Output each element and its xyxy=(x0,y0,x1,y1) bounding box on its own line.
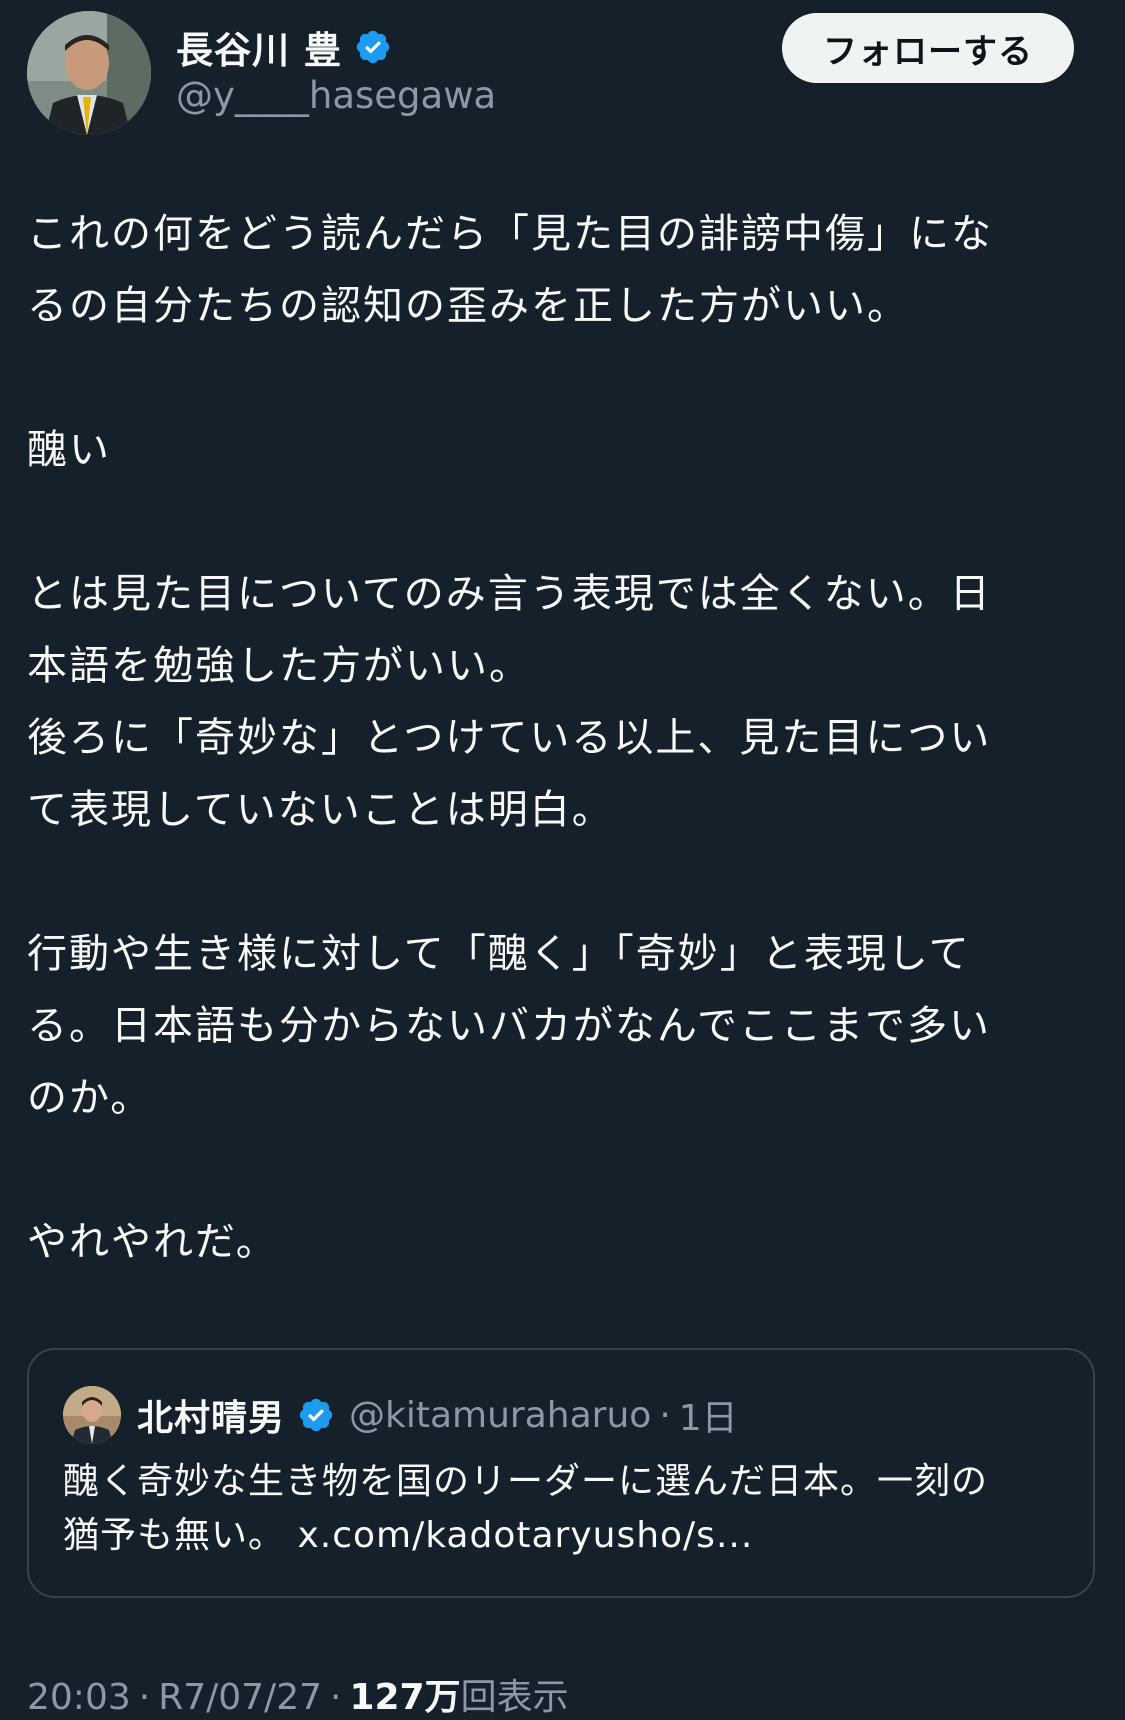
tweet-line: て表現していないことは明白。 xyxy=(27,787,614,833)
tweet-time[interactable]: 20:03 xyxy=(27,1677,131,1718)
verified-badge-icon xyxy=(356,30,390,64)
views-count: 127万 xyxy=(349,1677,461,1718)
quoted-tweet-card[interactable]: 北村晴男 @kitamuraharuo · 1日 醜く奇妙な生き物を国のリーダー… xyxy=(27,1348,1095,1598)
follow-button[interactable]: フォローする xyxy=(782,13,1074,83)
avatar-image xyxy=(27,11,151,135)
quoted-header: 北村晴男 @kitamuraharuo · 1日 xyxy=(137,1384,738,1446)
tweet-line: 本語を勉強した方がいい。 xyxy=(27,643,531,689)
separator-dot: · xyxy=(659,1394,671,1436)
tweet-header: 長谷川 豊 @y____hasegawa フォローする xyxy=(0,0,1125,150)
views-label: 回表示 xyxy=(460,1677,569,1718)
separator-dot: · xyxy=(138,1677,151,1718)
tweet-line: るの自分たちの認知の歪みを正した方がいい。 xyxy=(27,283,909,329)
tweet-line: 後ろに「奇妙な」とつけている以上、見た目につい xyxy=(27,715,992,761)
tweet-line: とは見た目についてのみ言う表現では全くない。日 xyxy=(27,571,992,617)
author-avatar[interactable] xyxy=(27,11,151,135)
tweet-line: やれやれだ。 xyxy=(27,1219,278,1265)
quoted-line: 猶予も無い。 x.com/kadotaryusho/s... xyxy=(63,1515,754,1556)
tweet-line: これの何をどう読んだら「見た目の誹謗中傷」にな xyxy=(27,211,993,257)
quoted-author-avatar[interactable] xyxy=(63,1386,121,1444)
author-name-row: 長谷川 豊 xyxy=(176,22,392,72)
author-handle[interactable]: @y____hasegawa xyxy=(176,74,496,117)
quoted-text: 醜く奇妙な生き物を国のリーダーに選んだ日本。一刻の 猶予も無い。 x.com/k… xyxy=(63,1455,1073,1563)
quoted-line: 醜く奇妙な生き物を国のリーダーに選んだ日本。一刻の xyxy=(63,1461,989,1502)
quoted-handle[interactable]: @kitamuraharuo xyxy=(349,1395,651,1436)
separator-dot: · xyxy=(330,1677,342,1718)
tweet-date[interactable]: R7/07/27 xyxy=(158,1677,322,1718)
quoted-display-name[interactable]: 北村晴男 xyxy=(137,1389,285,1441)
verified-badge-icon xyxy=(299,1398,333,1432)
author-display-name[interactable]: 長谷川 豊 xyxy=(176,20,342,74)
tweet-meta: 20:03 · R7/07/27 · 127万 回表示 xyxy=(27,1668,569,1720)
tweet-line: のか。 xyxy=(27,1075,153,1121)
tweet-line: る。日本語も分からないバカがなんでここまで多い xyxy=(27,1003,991,1049)
quoted-avatar-image xyxy=(63,1386,121,1444)
tweet-line: 醜い xyxy=(27,427,111,473)
tweet-line: 行動や生き様に対して「醜く」「奇妙」と表現して xyxy=(27,931,971,977)
quoted-timestamp[interactable]: 1日 xyxy=(679,1389,738,1441)
tweet-text: これの何をどう読んだら「見た目の誹謗中傷」にな るの自分たちの認知の歪みを正した… xyxy=(27,198,1107,1278)
